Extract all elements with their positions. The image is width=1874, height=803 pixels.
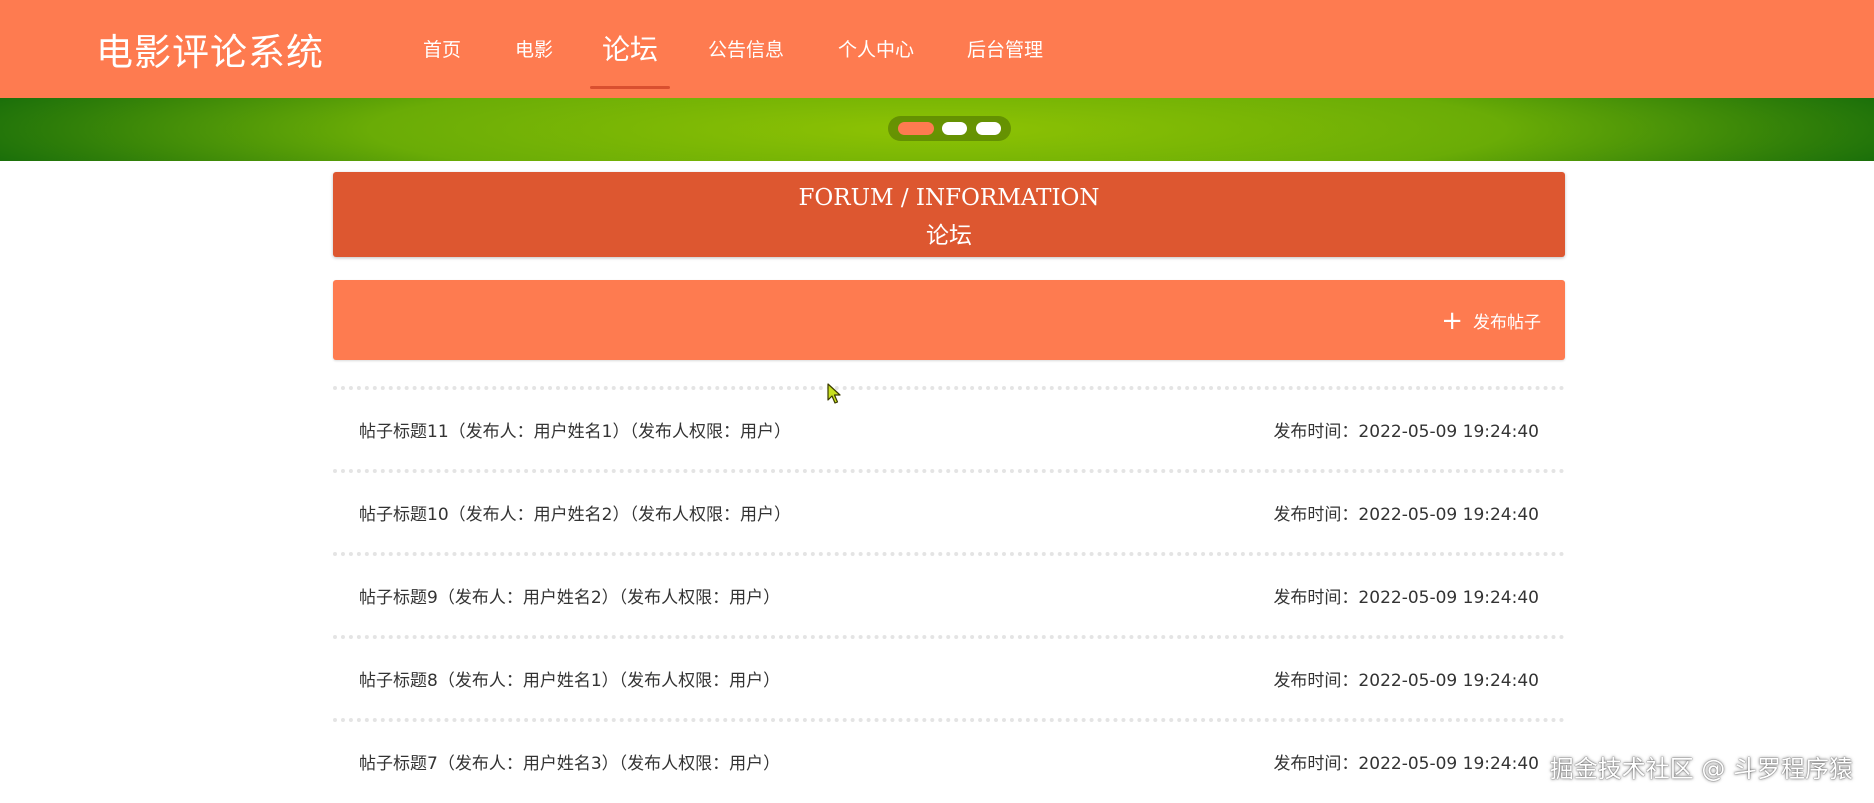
post-time: 发布时间：2022-05-09 19:24:40 <box>1273 671 1539 691</box>
nav-item-profile[interactable]: 个人中心 <box>834 0 918 96</box>
nav-item-forum[interactable]: 论坛 <box>590 0 670 96</box>
carousel-dot-3[interactable] <box>976 122 1001 135</box>
top-navbar: 电影评论系统 首页 电影 论坛 公告信息 个人中心 后台管理 <box>0 0 1874 98</box>
carousel-dot-1[interactable] <box>898 122 934 135</box>
site-title[interactable]: 电影评论系统 <box>96 22 324 76</box>
post-row[interactable]: 帖子标题11（发布人：用户姓名1）（发布人权限：用户） 发布时间：2022-05… <box>333 386 1565 469</box>
post-row[interactable]: 帖子标题10（发布人：用户姓名2）（发布人权限：用户） 发布时间：2022-05… <box>333 469 1565 552</box>
post-row[interactable]: 帖子标题7（发布人：用户姓名3）（发布人权限：用户） 发布时间：2022-05-… <box>333 718 1565 801</box>
carousel-dot-2[interactable] <box>942 122 967 135</box>
watermark: 掘金技术社区 @ 斗罗程序猿 <box>1549 755 1853 783</box>
post-row[interactable]: 帖子标题9（发布人：用户姓名2）（发布人权限：用户） 发布时间：2022-05-… <box>333 552 1565 635</box>
banner-carousel <box>0 98 1874 161</box>
post-title[interactable]: 帖子标题10（发布人：用户姓名2）（发布人权限：用户） <box>359 500 791 525</box>
post-title[interactable]: 帖子标题11（发布人：用户姓名1）（发布人权限：用户） <box>359 417 791 442</box>
carousel-indicators <box>888 116 1011 141</box>
post-time: 发布时间：2022-05-09 19:24:40 <box>1273 588 1539 608</box>
action-bar: + 发布帖子 <box>333 280 1565 360</box>
post-list: 帖子标题11（发布人：用户姓名1）（发布人权限：用户） 发布时间：2022-05… <box>333 386 1565 801</box>
post-title[interactable]: 帖子标题9（发布人：用户姓名2）（发布人权限：用户） <box>359 583 780 608</box>
section-heading: FORUM / INFORMATION 论坛 <box>333 172 1565 257</box>
mouse-cursor-icon <box>827 383 843 409</box>
nav-item-admin[interactable]: 后台管理 <box>963 0 1047 96</box>
plus-icon: + <box>1441 305 1463 336</box>
nav-item-home[interactable]: 首页 <box>418 0 466 96</box>
nav-item-announcements[interactable]: 公告信息 <box>704 0 788 96</box>
post-time: 发布时间：2022-05-09 19:24:40 <box>1273 505 1539 525</box>
new-post-button[interactable]: + 发布帖子 <box>1441 305 1541 336</box>
post-title[interactable]: 帖子标题7（发布人：用户姓名3）（发布人权限：用户） <box>359 749 780 774</box>
new-post-label: 发布帖子 <box>1473 313 1541 333</box>
post-title[interactable]: 帖子标题8（发布人：用户姓名1）（发布人权限：用户） <box>359 666 780 691</box>
post-time: 发布时间：2022-05-09 19:24:40 <box>1273 754 1539 774</box>
section-title-cn: 论坛 <box>926 223 972 249</box>
section-title-en: FORUM / INFORMATION <box>798 185 1100 211</box>
post-time: 发布时间：2022-05-09 19:24:40 <box>1273 422 1539 442</box>
nav-item-movies[interactable]: 电影 <box>512 0 556 96</box>
post-row[interactable]: 帖子标题8（发布人：用户姓名1）（发布人权限：用户） 发布时间：2022-05-… <box>333 635 1565 718</box>
